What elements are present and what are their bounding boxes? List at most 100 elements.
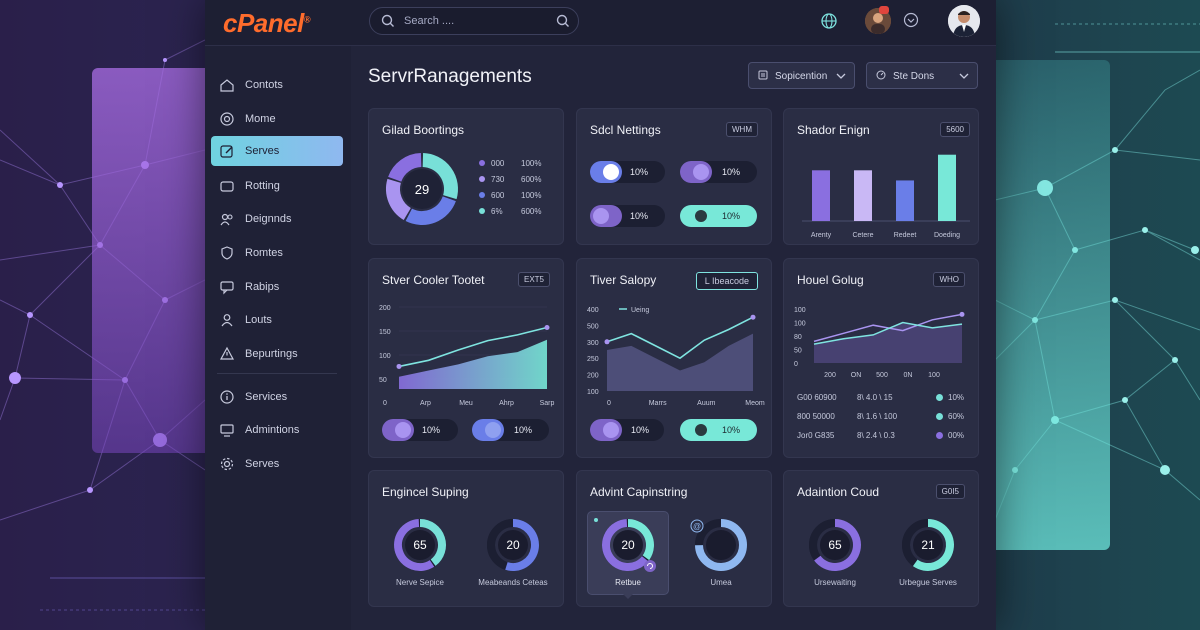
card-tiver-salopy: Tiver Salopy L Ibeacode 400 500 300 250 200 1… bbox=[576, 258, 772, 458]
toggle-switch[interactable]: 10% bbox=[590, 161, 665, 183]
list-icon bbox=[758, 70, 768, 80]
x-tick-label: Auum bbox=[697, 400, 715, 407]
x-tick-label: Sarp bbox=[540, 400, 555, 407]
x-tick-label: 500 bbox=[876, 372, 888, 379]
edit-icon bbox=[220, 145, 233, 158]
sopicention-dropdown[interactable]: Sopicention bbox=[748, 62, 855, 89]
refresh-icon[interactable] bbox=[643, 559, 657, 573]
y-tick-label: 400 bbox=[587, 307, 599, 314]
sidebar-item-admintions[interactable]: Admintions bbox=[211, 415, 343, 445]
y-tick-label: 100 bbox=[794, 307, 806, 314]
stats-row-percent: 60% bbox=[948, 412, 965, 421]
ext-badge: EXT5 bbox=[517, 272, 550, 287]
y-tick-label: 200 bbox=[379, 305, 391, 312]
sidebar-item-serves-active[interactable]: Serves bbox=[211, 136, 343, 166]
sidebar-item-bepurtings[interactable]: Bepurtings bbox=[211, 339, 343, 369]
card-title: Tiver Salopy bbox=[590, 273, 657, 287]
gauge-label: Umea bbox=[710, 578, 732, 587]
gauge-value: 65 bbox=[828, 538, 842, 552]
gauge-value: 21 bbox=[921, 538, 935, 552]
toggle-value: 10% bbox=[722, 167, 741, 177]
y-tick-label: 100 bbox=[794, 321, 806, 328]
info-icon bbox=[220, 390, 234, 404]
search-box[interactable] bbox=[369, 7, 579, 35]
globe-icon[interactable] bbox=[820, 12, 838, 30]
sidebar-item-label: Bepurtings bbox=[245, 348, 298, 360]
x-tick-label: 0 bbox=[607, 400, 611, 407]
count-badge: 5600 bbox=[940, 122, 970, 137]
gauge-value: 20 bbox=[621, 538, 635, 552]
stats-row-label: G00 60900 bbox=[797, 393, 837, 402]
line-point bbox=[604, 339, 610, 345]
sidebar-item-louts[interactable]: Louts bbox=[211, 305, 343, 335]
sidebar-item-rotting[interactable]: Rotting bbox=[211, 171, 343, 201]
sidebar-item-label: Rotting bbox=[245, 180, 280, 192]
gauge-value: 20 bbox=[506, 538, 520, 552]
stats-row-value: 8\ 4.0 \ 15 bbox=[857, 393, 893, 402]
legend-value: 6% bbox=[491, 207, 503, 216]
line-point bbox=[959, 311, 965, 317]
gauge-label: Nerve Sepice bbox=[395, 578, 445, 587]
gauge-label: Urbegue Serves bbox=[899, 578, 957, 587]
toggle-value: 10% bbox=[514, 425, 533, 435]
cpanel-logo[interactable]: cPanel® bbox=[223, 8, 310, 39]
tooltip-pointer bbox=[623, 594, 633, 599]
sidebar-item-services[interactable]: Services bbox=[211, 382, 343, 412]
y-tick-label: 300 bbox=[587, 340, 599, 347]
app-window: cPanel® Contots Mome Serves bbox=[205, 0, 996, 630]
sidebar-item-serves[interactable]: Serves bbox=[211, 449, 343, 479]
bar bbox=[938, 154, 956, 221]
sidebar-item-label: Admintions bbox=[245, 424, 300, 436]
legend-percent: 100% bbox=[521, 191, 542, 200]
sidebar-item-mome[interactable]: Mome bbox=[211, 104, 343, 134]
y-tick-label: 80 bbox=[794, 334, 802, 341]
profile-avatar[interactable] bbox=[948, 5, 980, 37]
toggle-knob bbox=[395, 422, 411, 438]
user-icon bbox=[221, 314, 233, 327]
card-stver-cooler-tootet: Stver Cooler Tootet EXT5 200 150 100 50 0 Arp… bbox=[368, 258, 564, 458]
sidebar-item-deignnds[interactable]: Deignnds bbox=[211, 204, 343, 234]
chevron-down-icon[interactable] bbox=[903, 12, 919, 28]
page-title: ServrRanagements bbox=[368, 66, 532, 87]
shield-icon bbox=[221, 246, 233, 260]
chevron-down-icon bbox=[959, 73, 969, 79]
x-tick-label: ON bbox=[851, 372, 862, 379]
card-sdcl-nettings: Sdcl Nettings WHM 10% 10% 10% 10% bbox=[576, 108, 772, 245]
sidebar-item-label: Deignnds bbox=[245, 213, 292, 225]
sidebar-item-romtes[interactable]: Romtes bbox=[211, 238, 343, 268]
bar-chart: Arenty Cetere Redeet Doeding bbox=[802, 154, 970, 239]
chat-icon bbox=[220, 281, 234, 295]
card-houel-golug: Houel Golug WHO 100 100 80 50 0 200 ON 500 0N 100… bbox=[783, 258, 979, 458]
sidebar-item-contots[interactable]: Contots bbox=[211, 70, 343, 100]
toggle-switch[interactable]: 10% bbox=[590, 419, 664, 441]
who-badge: WHO bbox=[933, 272, 965, 287]
toggle-value: 10% bbox=[630, 167, 649, 177]
sidebar-item-rabips[interactable]: Rabips bbox=[211, 272, 343, 302]
toggle-switch[interactable]: 10% bbox=[590, 205, 665, 227]
card-title: Sdcl Nettings bbox=[590, 123, 661, 137]
toggle-switch[interactable]: 10% bbox=[680, 205, 757, 227]
stats-row-value: 8\ 1.6 \ 100 bbox=[857, 412, 898, 421]
x-tick-label: 100 bbox=[928, 372, 940, 379]
dropdown-label: Sopicention bbox=[775, 71, 828, 82]
toggle-switch[interactable]: 10% bbox=[382, 419, 458, 441]
toggle-value: 10% bbox=[722, 425, 741, 435]
legend-label: Ueing bbox=[631, 307, 649, 314]
ste-dons-dropdown[interactable]: Ste Dons bbox=[866, 62, 978, 89]
search-input[interactable] bbox=[404, 13, 544, 29]
search-submit-icon[interactable] bbox=[556, 14, 570, 28]
stats-row-percent: 10% bbox=[948, 393, 965, 402]
toggle-switch[interactable]: 10% bbox=[680, 419, 757, 441]
y-tick-label: 500 bbox=[587, 323, 599, 330]
area-chart: 200 150 100 50 0 Arp Meu Ahrp Sarp bbox=[379, 305, 555, 407]
area-series bbox=[399, 339, 547, 389]
ibeacode-button[interactable]: L Ibeacode bbox=[695, 272, 758, 290]
stats-row-value: 8\ 2.4 \ 0.3 bbox=[857, 431, 895, 440]
gauge-label: Retbue bbox=[615, 578, 641, 587]
x-tick-label: 0N bbox=[904, 372, 913, 379]
toggle-switch[interactable]: 10% bbox=[472, 419, 549, 441]
bar bbox=[812, 170, 830, 221]
stats-row-label: 800 50000 bbox=[797, 412, 835, 421]
x-tick-label: 200 bbox=[824, 372, 836, 379]
toggle-switch[interactable]: 10% bbox=[680, 161, 757, 183]
